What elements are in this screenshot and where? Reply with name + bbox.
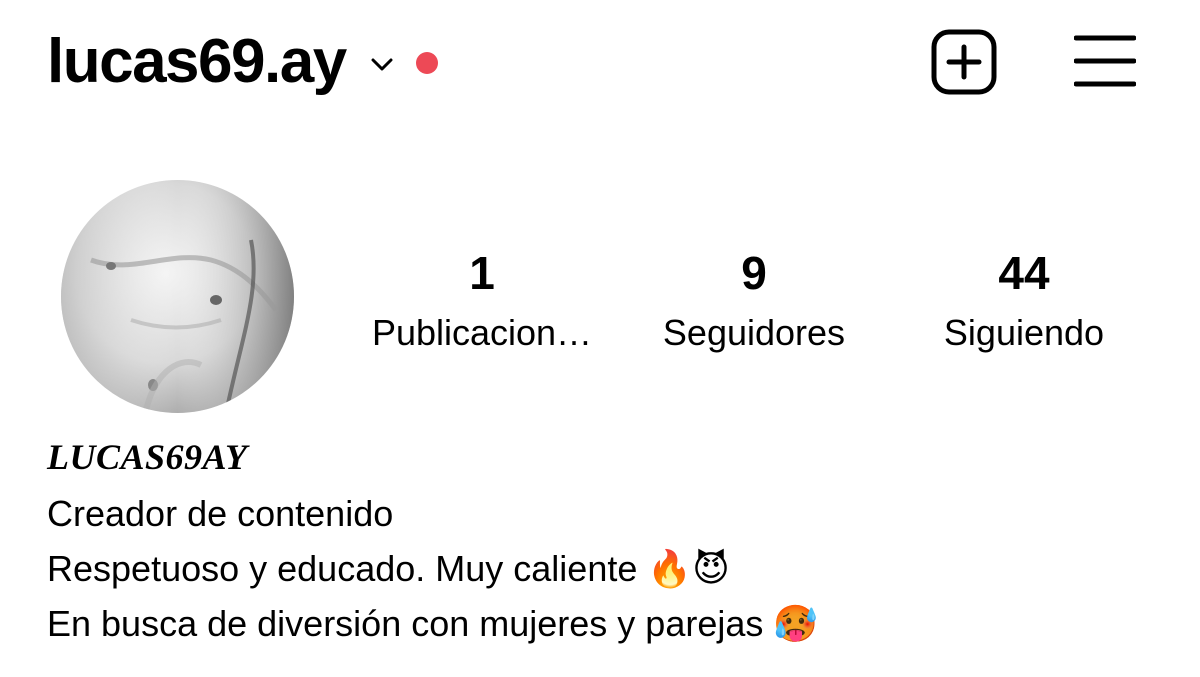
bio-line: Respetuoso y educado. Muy caliente 🔥😈 xyxy=(47,548,730,589)
posts-count-value: 1 xyxy=(469,247,495,299)
menu-button[interactable] xyxy=(1073,33,1137,89)
notification-dot xyxy=(415,52,438,74)
display-name: LUCAS69AY xyxy=(47,437,248,477)
bio-section: LUCAS69AY Creador de contenido Respetuos… xyxy=(47,432,1147,651)
avatar[interactable] xyxy=(61,180,294,413)
bio-category: Creador de contenido xyxy=(47,493,394,534)
profile-photo xyxy=(61,180,294,413)
following-count-label: Siguiendo xyxy=(943,312,1105,353)
posts-count[interactable]: 1 Publicacion… xyxy=(342,246,622,358)
following-count[interactable]: 44 Siguiendo xyxy=(884,246,1164,358)
followers-count-label: Seguidores xyxy=(662,312,846,353)
hamburger-menu-icon xyxy=(1073,35,1137,87)
posts-count-label: Publicacion… xyxy=(371,312,593,353)
username: lucas69.ay xyxy=(47,27,347,96)
chevron-down-icon xyxy=(366,48,398,80)
account-switcher[interactable]: lucas69.ay xyxy=(47,22,438,102)
bio-line: En busca de diversión con mujeres y pare… xyxy=(47,603,819,644)
followers-count[interactable]: 9 Seguidores xyxy=(614,246,894,358)
top-bar: lucas69.ay xyxy=(0,0,1200,130)
following-count-value: 44 xyxy=(998,247,1050,299)
create-post-button[interactable] xyxy=(931,29,997,95)
followers-count-value: 9 xyxy=(741,247,767,299)
plus-square-icon xyxy=(931,29,997,95)
